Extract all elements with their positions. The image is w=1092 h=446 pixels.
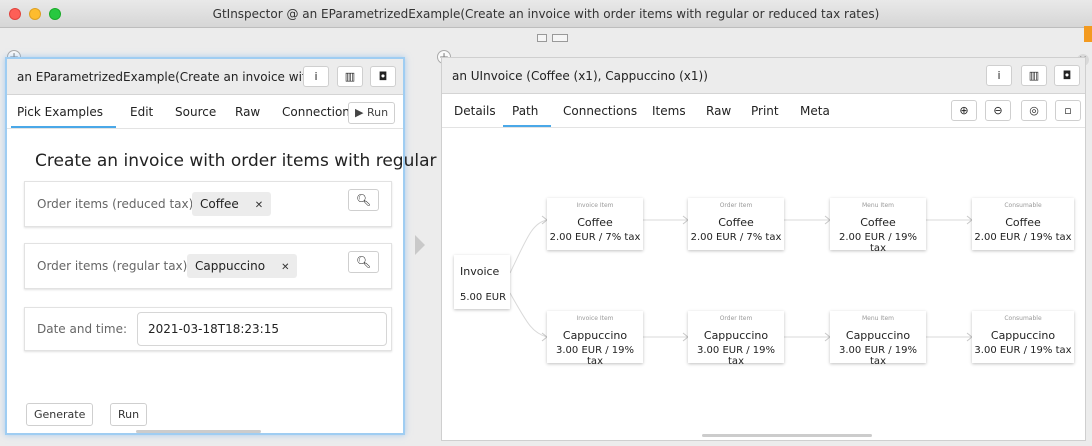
tab-connections[interactable]: Connections [282,105,350,119]
window-titlebar: GtInspector @ an EParametrizedExample(Cr… [0,0,1092,28]
left-pane-title: an EParametrizedExample(Create an invoic… [17,70,307,84]
node-name: Coffee [577,216,613,229]
path-node-consumable[interactable]: Consumable Cappuccino 3.00 EUR / 19% tax [972,311,1074,363]
window-icon[interactable]: ◘ [370,66,396,87]
path-edges [509,215,973,342]
info-icon[interactable]: ⅰ [303,66,329,87]
left-pane-header: an EParametrizedExample(Create an invoic… [7,59,403,95]
reduced-tax-label: Order items (reduced tax): [37,197,198,211]
horizontal-scrollbar[interactable] [136,430,261,433]
regular-tax-card: Order items (regular tax): Cappuccino ✕ 🔍… [24,243,392,289]
run-button[interactable]: ▶ Run [348,102,396,124]
path-node-invoice-item[interactable]: Invoice Item Coffee 2.00 EUR / 7% tax [547,198,643,250]
node-name: Cappuccino [845,329,911,342]
node-name: Cappuccino [703,329,769,342]
book-icon[interactable]: ▥ [337,66,363,87]
node-value: 2.00 EUR / 19% tax [974,232,1072,243]
regular-tax-chip[interactable]: Cappuccino ✕ [187,254,298,278]
tab-raw[interactable]: Raw [235,105,260,119]
page-indicator-1[interactable] [537,34,547,42]
window-title: GtInspector @ an EParametrizedExample(Cr… [212,7,880,21]
page-indicator-2[interactable] [552,34,568,42]
regular-tax-label: Order items (regular tax): [37,259,192,273]
node-category: Consumable [1004,315,1042,322]
node-category: Order Item [719,315,753,322]
node-name: Coffee [1005,216,1041,229]
tab-edit[interactable]: Edit [130,105,153,119]
node-name: Cappuccino [562,329,628,342]
left-pane: an EParametrizedExample(Create an invoic… [5,57,459,435]
date-label: Date and time: [37,322,128,336]
node-value: 3.00 EUR / 19% tax [839,345,917,367]
side-tab[interactable] [1084,26,1092,42]
node-value: 3.00 EUR / 19% tax [697,345,775,367]
node-category: Menu Item [861,202,895,209]
run-bottom-button[interactable]: Run [110,403,148,426]
node-category: Menu Item [861,315,895,322]
node-value: 3.00 EUR / 19% tax [974,345,1072,356]
path-node-consumable[interactable]: Consumable Coffee 2.00 EUR / 19% tax [972,198,1074,250]
path-node-order-item[interactable]: Order Item Cappuccino 3.00 EUR / 19% tax [688,311,784,367]
path-node-order-item[interactable]: Order Item Coffee 2.00 EUR / 7% tax [688,198,784,250]
remove-chip-icon[interactable]: ✕ [281,262,289,273]
right-pane: an UInvoice (Coffee (x1), Cappuccino (x1… [441,57,1086,441]
node-name: Coffee [860,216,896,229]
node-value: 2.00 EUR / 19% tax [839,232,917,254]
pager-bar [0,28,1092,48]
path-node-menu-item[interactable]: Menu Item Cappuccino 3.00 EUR / 19% tax [830,311,926,367]
active-tab-indicator [11,126,116,128]
date-card: Date and time: 2021-03-18T18:23:15 [24,307,392,351]
node-category: Consumable [1004,202,1042,209]
node-value: 3.00 EUR / 19% tax [556,345,634,367]
search-icon[interactable]: 🔍︎ [348,251,379,273]
chip-label: Cappuccino [195,259,266,273]
horizontal-scrollbar[interactable] [702,434,872,437]
node-name: Invoice [460,265,500,278]
generate-button[interactable]: Generate [26,403,94,426]
chip-label: Coffee [200,197,239,211]
node-category: Order Item [719,202,753,209]
date-input[interactable]: 2021-03-18T18:23:15 [137,312,387,346]
remove-chip-icon[interactable]: ✕ [255,200,263,211]
search-icon[interactable]: 🔍︎ [348,189,379,211]
node-value: 2.00 EUR / 7% tax [549,232,641,243]
node-value: 2.00 EUR / 7% tax [690,232,782,243]
path-node-invoice-item[interactable]: Invoice Item Cappuccino 3.00 EUR / 19% t… [547,311,643,367]
node-value: 5.00 EUR [460,292,507,303]
node-category: Invoice Item [576,202,614,209]
pane-arrow-icon [415,235,425,255]
node-name: Coffee [718,216,754,229]
left-tabs: Pick Examples Edit Source Raw Connection… [7,95,403,129]
example-heading: Create an invoice with order items with … [35,151,460,171]
invoice-node[interactable]: Invoice 5.00 EUR [454,255,510,309]
node-name: Cappuccino [990,329,1056,342]
node-category: Invoice Item [576,315,614,322]
reduced-tax-card: Order items (reduced tax): Coffee ✕ 🔍︎ [24,181,392,227]
tab-source[interactable]: Source [175,105,216,119]
tab-pick-examples[interactable]: Pick Examples [17,105,103,119]
reduced-tax-chip[interactable]: Coffee ✕ [192,192,272,216]
path-node-menu-item[interactable]: Menu Item Coffee 2.00 EUR / 19% tax [830,198,926,254]
